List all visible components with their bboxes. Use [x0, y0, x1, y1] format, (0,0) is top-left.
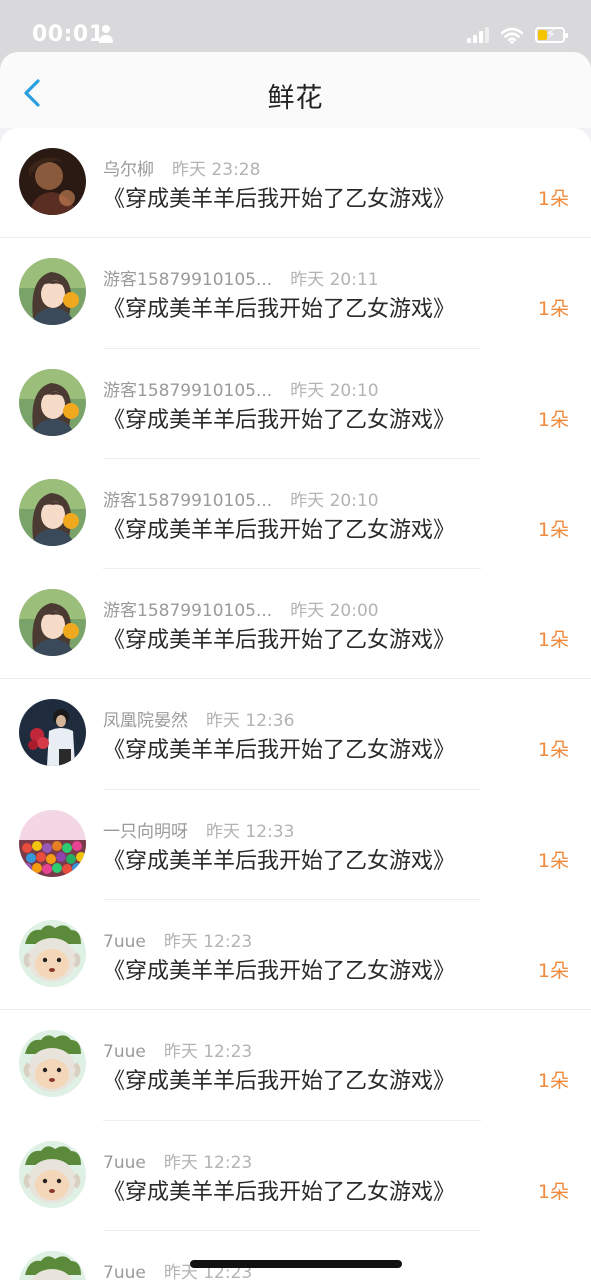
gift-time: 昨天 12:36: [206, 711, 295, 732]
item-meta: 7uue 昨天 12:23: [103, 927, 252, 952]
book-title[interactable]: 《穿成美羊羊后我开始了乙女游戏》: [103, 291, 455, 323]
status-indicators: ⚡: [467, 24, 568, 46]
user-name[interactable]: 游客15879910105...: [103, 491, 272, 511]
gift-time: 昨天 20:10: [290, 490, 379, 511]
flower-count: 1朵: [537, 629, 569, 652]
home-indicator[interactable]: [190, 1260, 402, 1268]
book-title[interactable]: 《穿成美羊羊后我开始了乙女游戏》: [103, 1063, 455, 1095]
gift-time: 昨天 12:33: [206, 821, 295, 842]
gift-time: 昨天 20:00: [290, 601, 379, 622]
book-title[interactable]: 《穿成美羊羊后我开始了乙女游戏》: [103, 1174, 455, 1206]
user-name[interactable]: 凤凰院晏然: [103, 711, 188, 731]
book-title[interactable]: 《穿成美羊羊后我开始了乙女游戏》: [103, 953, 455, 985]
user-name[interactable]: 7uue: [103, 1153, 146, 1173]
user-name[interactable]: 一只向明呀: [103, 822, 188, 842]
user-avatar[interactable]: [19, 1030, 86, 1098]
item-meta: 游客15879910105... 昨天 20:10: [103, 376, 379, 401]
gift-time: 昨天 23:28: [172, 160, 261, 180]
signal-icon: [467, 27, 489, 43]
item-meta: 游客15879910105... 昨天 20:10: [103, 486, 379, 511]
gift-time: 昨天 20:11: [290, 270, 379, 291]
list-item[interactable]: 7uue 昨天 12:23 《穿成美羊羊后我开始了乙女游戏》 1朵: [0, 1121, 591, 1232]
book-title[interactable]: 《穿成美羊羊后我开始了乙女游戏》: [103, 402, 455, 434]
user-name[interactable]: 游客15879910105...: [103, 601, 272, 621]
list-item[interactable]: 游客15879910105... 昨天 20:00 《穿成美羊羊后我开始了乙女游戏》…: [0, 569, 591, 680]
nav-bar: 鲜花: [0, 52, 591, 128]
list-item[interactable]: 游客15879910105... 昨天 20:10 《穿成美羊羊后我开始了乙女游戏》…: [0, 459, 591, 570]
user-avatar[interactable]: [19, 478, 86, 546]
user-avatar[interactable]: [19, 699, 86, 767]
book-title[interactable]: 《穿成美羊羊后我开始了乙女游戏》: [103, 732, 455, 764]
user-avatar[interactable]: [19, 1140, 86, 1208]
user-avatar[interactable]: [19, 148, 86, 215]
flower-count: 1朵: [537, 408, 569, 431]
item-meta: 一只向明呀 昨天 12:33: [103, 817, 294, 842]
flower-count: 1朵: [537, 739, 569, 762]
flower-count: 1朵: [537, 1180, 569, 1203]
flower-list: 乌尔柳 昨天 23:28 《穿成美羊羊后我开始了乙女游戏》 1朵 游客158799101…: [0, 128, 591, 1280]
list-item[interactable]: 乌尔柳 昨天 23:28 《穿成美羊羊后我开始了乙女游戏》 1朵: [0, 128, 591, 239]
user-name[interactable]: 游客15879910105...: [103, 270, 272, 290]
user-avatar[interactable]: [19, 809, 86, 877]
user-avatar[interactable]: [19, 920, 86, 988]
flower-count: 1朵: [537, 1070, 569, 1093]
gift-time: 昨天 12:23: [163, 932, 253, 953]
list-item[interactable]: 凤凰院晏然 昨天 12:36 《穿成美羊羊后我开始了乙女游戏》 1朵: [0, 679, 591, 791]
gift-time: 昨天 12:23: [163, 1152, 253, 1173]
status-time: 00:01: [32, 22, 105, 47]
item-meta: 7uue 昨天 12:23: [103, 1037, 252, 1062]
list-item[interactable]: 游客15879910105... 昨天 20:11 《穿成美羊羊后我开始了乙女游戏》…: [0, 238, 591, 349]
user-name[interactable]: 7uue: [103, 1263, 146, 1280]
wifi-icon: [501, 27, 523, 44]
user-avatar[interactable]: [19, 589, 86, 657]
user-name[interactable]: 7uue: [103, 1042, 146, 1062]
user-avatar[interactable]: [19, 1250, 86, 1280]
item-meta: 7uue 昨天 12:23: [103, 1148, 252, 1173]
book-title[interactable]: 《穿成美羊羊后我开始了乙女游戏》: [103, 181, 455, 213]
list-item[interactable]: 7uue 昨天 12:23 《穿成美羊羊后我开始了乙女游戏》 1朵: [0, 900, 591, 1011]
list-item[interactable]: 7uue 昨天 12:23 《穿成美羊羊后我开始了乙女游戏》 1朵: [0, 1010, 591, 1121]
list-item[interactable]: 一只向明呀 昨天 12:33 《穿成美羊羊后我开始了乙女游戏》 1朵: [0, 790, 591, 901]
battery-icon: ⚡: [535, 27, 568, 43]
user-name[interactable]: 游客15879910105...: [103, 381, 272, 401]
book-title[interactable]: 《穿成美羊羊后我开始了乙女游戏》: [103, 622, 455, 654]
item-meta: 游客15879910105... 昨天 20:00: [103, 596, 379, 621]
book-title[interactable]: 《穿成美羊羊后我开始了乙女游戏》: [103, 843, 455, 875]
flower-count: 1朵: [537, 188, 569, 210]
flower-count: 1朵: [537, 518, 569, 541]
flower-count: 1朵: [537, 849, 569, 872]
item-meta: 游客15879910105... 昨天 20:11: [103, 265, 379, 290]
user-name[interactable]: 7uue: [103, 932, 146, 952]
list-item[interactable]: 游客15879910105... 昨天 20:10 《穿成美羊羊后我开始了乙女游戏》…: [0, 349, 591, 460]
list-item[interactable]: 7uue 昨天 12:23: [0, 1231, 591, 1280]
user-name[interactable]: 乌尔柳: [103, 160, 154, 180]
item-meta: 凤凰院晏然 昨天 12:36: [103, 706, 294, 731]
flower-count: 1朵: [537, 298, 569, 321]
page-title: 鲜花: [267, 83, 324, 114]
flower-count: 1朵: [537, 960, 569, 983]
user-avatar[interactable]: [19, 258, 86, 326]
user-avatar[interactable]: [19, 368, 86, 436]
gift-time: 昨天 20:10: [290, 380, 379, 401]
gift-time: 昨天 12:23: [163, 1042, 253, 1063]
book-title[interactable]: 《穿成美羊羊后我开始了乙女游戏》: [103, 512, 455, 544]
person-icon: [99, 25, 113, 43]
item-meta: 乌尔柳 昨天 23:28: [103, 155, 260, 180]
